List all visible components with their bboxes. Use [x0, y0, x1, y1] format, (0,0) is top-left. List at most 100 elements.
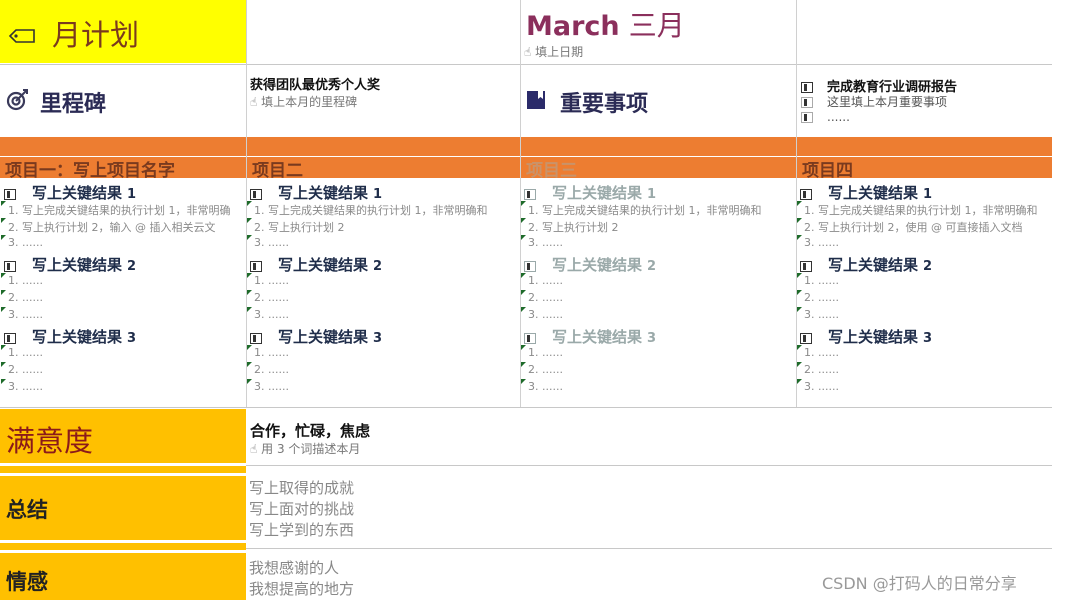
- plan-item[interactable]: 3. ......: [254, 380, 516, 393]
- plan-item[interactable]: 3. ......: [254, 308, 516, 321]
- checkbox-icon[interactable]: [4, 332, 16, 344]
- plan-item[interactable]: 2. ......: [528, 291, 792, 304]
- comment-marker-icon: [521, 218, 526, 223]
- plan-item[interactable]: 3. ......: [528, 236, 792, 249]
- checkbox-icon[interactable]: [4, 260, 16, 272]
- key-result-heading[interactable]: 写上关键结果 1: [250, 182, 382, 203]
- checkbox-icon[interactable]: [250, 260, 262, 272]
- plan-item[interactable]: 1. 写上完成关键结果的执行计划 1，非常明确: [8, 202, 242, 218]
- plan-item[interactable]: 3. ......: [804, 236, 1060, 249]
- plan-item[interactable]: 3. ......: [528, 308, 792, 321]
- emotion-line[interactable]: 我想提高的地方: [249, 578, 354, 599]
- key-result-heading[interactable]: 写上关键结果 2: [800, 254, 932, 275]
- checkbox-icon[interactable]: [4, 188, 16, 200]
- checkbox-icon[interactable]: [524, 188, 536, 200]
- plan-item[interactable]: 2. 写上执行计划 2: [528, 219, 792, 235]
- key-result-label: 写上关键结果: [278, 184, 369, 202]
- plan-item[interactable]: 2. ......: [8, 291, 242, 304]
- key-result-number: 2: [127, 259, 137, 274]
- comment-marker-icon: [521, 345, 526, 350]
- plan-item[interactable]: 3. ......: [804, 308, 1060, 321]
- important-item[interactable]: 这里填上本月重要事项: [801, 93, 947, 110]
- plan-item[interactable]: 2. ......: [254, 363, 516, 376]
- plan-item[interactable]: 2. ......: [528, 363, 792, 376]
- checkbox-icon[interactable]: [801, 97, 813, 108]
- emotion-line[interactable]: 我想感谢的人: [249, 557, 339, 578]
- key-result-heading[interactable]: 写上关键结果 2: [4, 254, 136, 275]
- checkbox-icon[interactable]: [801, 82, 813, 93]
- project-title[interactable]: 项目四: [802, 156, 853, 181]
- key-result-number: 2: [923, 259, 933, 274]
- plan-item[interactable]: 3. ......: [528, 380, 792, 393]
- plan-item[interactable]: 2. 写上执行计划 2，输入 @ 插入相关云文: [8, 219, 242, 235]
- comment-marker-icon: [797, 307, 802, 312]
- milestone-label: 里程碑: [40, 91, 107, 117]
- comment-marker-icon: [247, 290, 252, 295]
- project-title[interactable]: 项目二: [252, 156, 303, 181]
- summary-strip: [0, 543, 246, 550]
- important-item[interactable]: ......: [801, 110, 850, 124]
- plan-item[interactable]: 2. 写上执行计划 2: [254, 219, 516, 235]
- key-result-heading[interactable]: 写上关键结果 1: [524, 182, 656, 203]
- plan-item[interactable]: 3. ......: [8, 236, 242, 249]
- plan-item[interactable]: 1. ......: [528, 346, 792, 359]
- project-title[interactable]: 项目一：写上项目名字: [5, 156, 175, 181]
- summary-line[interactable]: 写上面对的挑战: [249, 498, 354, 519]
- key-result-number: 3: [647, 331, 657, 346]
- plan-item[interactable]: 2. 写上执行计划 2，使用 @ 可直接插入文档: [804, 219, 1060, 235]
- plan-item[interactable]: 1. ......: [254, 346, 516, 359]
- key-result-heading[interactable]: 写上关键结果 3: [524, 326, 656, 347]
- key-result-heading[interactable]: 写上关键结果 2: [524, 254, 656, 275]
- key-result-heading[interactable]: 写上关键结果 1: [4, 182, 136, 203]
- month-cn: 三月: [628, 9, 685, 42]
- checkbox-icon[interactable]: [801, 112, 813, 123]
- plan-item[interactable]: 1. 写上完成关键结果的执行计划 1，非常明确和: [254, 202, 516, 218]
- plan-item[interactable]: 3. ......: [254, 236, 516, 249]
- summary-line[interactable]: 写上学到的东西: [249, 519, 354, 540]
- checkbox-icon[interactable]: [524, 260, 536, 272]
- key-result-label: 写上关键结果: [828, 184, 919, 202]
- plan-item[interactable]: 2. ......: [804, 291, 1060, 304]
- checkbox-icon[interactable]: [800, 188, 812, 200]
- summary-line[interactable]: 写上取得的成就: [249, 477, 354, 498]
- milestone-value[interactable]: 获得团队最优秀个人奖: [250, 74, 380, 93]
- plan-item[interactable]: 3. ......: [8, 380, 242, 393]
- checkbox-icon[interactable]: [250, 332, 262, 344]
- key-result-number: 3: [923, 331, 933, 346]
- checkbox-icon[interactable]: [800, 260, 812, 272]
- checkbox-icon[interactable]: [250, 188, 262, 200]
- key-result-heading[interactable]: 写上关键结果 2: [250, 254, 382, 275]
- comment-marker-icon: [247, 201, 252, 206]
- plan-item[interactable]: 2. ......: [254, 291, 516, 304]
- plan-item[interactable]: 1. ......: [8, 346, 242, 359]
- bookmark-icon: [526, 90, 546, 110]
- plan-item[interactable]: 3. ......: [804, 380, 1060, 393]
- key-result-number: 2: [373, 259, 383, 274]
- satisfaction-value[interactable]: 合作，忙碌，焦虑: [250, 420, 370, 441]
- plan-item[interactable]: 1. ......: [804, 274, 1060, 287]
- key-result-heading[interactable]: 写上关键结果 3: [800, 326, 932, 347]
- plan-item[interactable]: 1. 写上完成关键结果的执行计划 1，非常明确和: [804, 202, 1060, 218]
- key-result-label: 写上关键结果: [278, 328, 369, 346]
- comment-marker-icon: [797, 201, 802, 206]
- date-hint[interactable]: ☝ 填上日期: [524, 43, 583, 60]
- plan-item[interactable]: 1. ......: [254, 274, 516, 287]
- checkbox-icon[interactable]: [800, 332, 812, 344]
- plan-item[interactable]: 2. ......: [8, 363, 242, 376]
- key-result-label: 写上关键结果: [552, 256, 643, 274]
- key-result-heading[interactable]: 写上关键结果 3: [250, 326, 382, 347]
- plan-item[interactable]: 3. ......: [8, 308, 242, 321]
- comment-marker-icon: [1, 290, 6, 295]
- plan-item[interactable]: 1. ......: [804, 346, 1060, 359]
- key-result-label: 写上关键结果: [828, 328, 919, 346]
- checkbox-icon[interactable]: [524, 332, 536, 344]
- project-title[interactable]: 项目三: [526, 156, 577, 181]
- key-result-heading[interactable]: 写上关键结果 1: [800, 182, 932, 203]
- plan-item[interactable]: 1. 写上完成关键结果的执行计划 1，非常明确和: [528, 202, 792, 218]
- plan-item[interactable]: 1. ......: [8, 274, 242, 287]
- plan-item[interactable]: 2. ......: [804, 363, 1060, 376]
- comment-marker-icon: [247, 273, 252, 278]
- plan-item[interactable]: 1. ......: [528, 274, 792, 287]
- key-result-label: 写上关键结果: [278, 256, 369, 274]
- key-result-heading[interactable]: 写上关键结果 3: [4, 326, 136, 347]
